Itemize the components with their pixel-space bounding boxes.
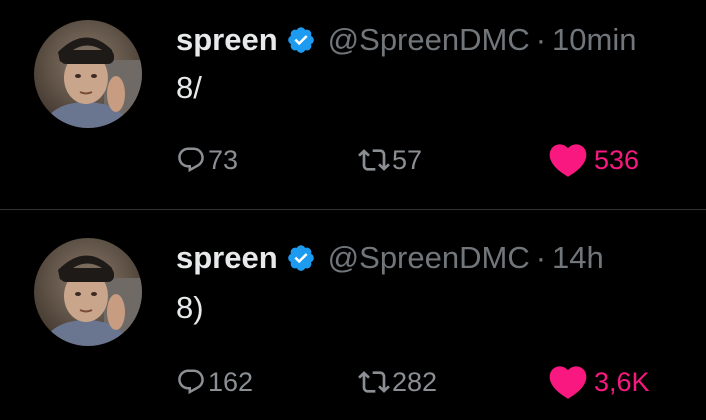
heart-icon bbox=[549, 366, 587, 399]
like-button[interactable]: 3,6K bbox=[546, 362, 650, 402]
heart-icon bbox=[549, 144, 587, 177]
retweet-count: 282 bbox=[392, 366, 438, 397]
verified-badge-icon bbox=[286, 25, 316, 55]
tweet-header: spreen @SpreenDMC · 10min bbox=[176, 20, 636, 60]
tweet-text: 8/ bbox=[176, 70, 202, 105]
retweet-icon bbox=[358, 149, 390, 171]
reply-icon bbox=[178, 147, 204, 173]
tweet-actions: 73 57 536 bbox=[176, 140, 676, 180]
like-button[interactable]: 536 bbox=[546, 140, 639, 180]
tweet-actions: 162 282 3,6K bbox=[176, 362, 676, 402]
avatar[interactable] bbox=[34, 238, 142, 346]
reply-count: 73 bbox=[208, 144, 239, 175]
handle[interactable]: @SpreenDMC bbox=[328, 22, 530, 58]
timestamp[interactable]: 10min bbox=[552, 22, 636, 58]
separator-dot: · bbox=[535, 22, 547, 57]
retweet-icon bbox=[358, 371, 390, 393]
retweet-button[interactable]: 57 bbox=[358, 140, 422, 180]
tweet-text: 8) bbox=[176, 290, 204, 325]
like-count: 3,6K bbox=[594, 366, 650, 397]
tweet[interactable]: spreen @SpreenDMC · 10min 8/ 73 57 536 bbox=[0, 0, 706, 210]
avatar[interactable] bbox=[34, 20, 142, 128]
timestamp[interactable]: 14h bbox=[552, 240, 604, 276]
handle[interactable]: @SpreenDMC bbox=[328, 240, 530, 276]
separator-dot: · bbox=[535, 240, 547, 275]
reply-button[interactable]: 162 bbox=[176, 362, 253, 402]
display-name[interactable]: spreen bbox=[176, 240, 278, 276]
retweet-count: 57 bbox=[392, 144, 423, 175]
display-name[interactable]: spreen bbox=[176, 22, 278, 58]
like-count: 536 bbox=[594, 144, 640, 175]
tweet-header: spreen @SpreenDMC · 14h bbox=[176, 238, 604, 278]
verified-badge-icon bbox=[286, 243, 316, 273]
reply-icon bbox=[178, 369, 204, 395]
reply-count: 162 bbox=[208, 366, 254, 397]
tweet[interactable]: spreen @SpreenDMC · 14h 8) 162 282 3,6K bbox=[0, 210, 706, 420]
reply-button[interactable]: 73 bbox=[176, 140, 238, 180]
retweet-button[interactable]: 282 bbox=[358, 362, 437, 402]
